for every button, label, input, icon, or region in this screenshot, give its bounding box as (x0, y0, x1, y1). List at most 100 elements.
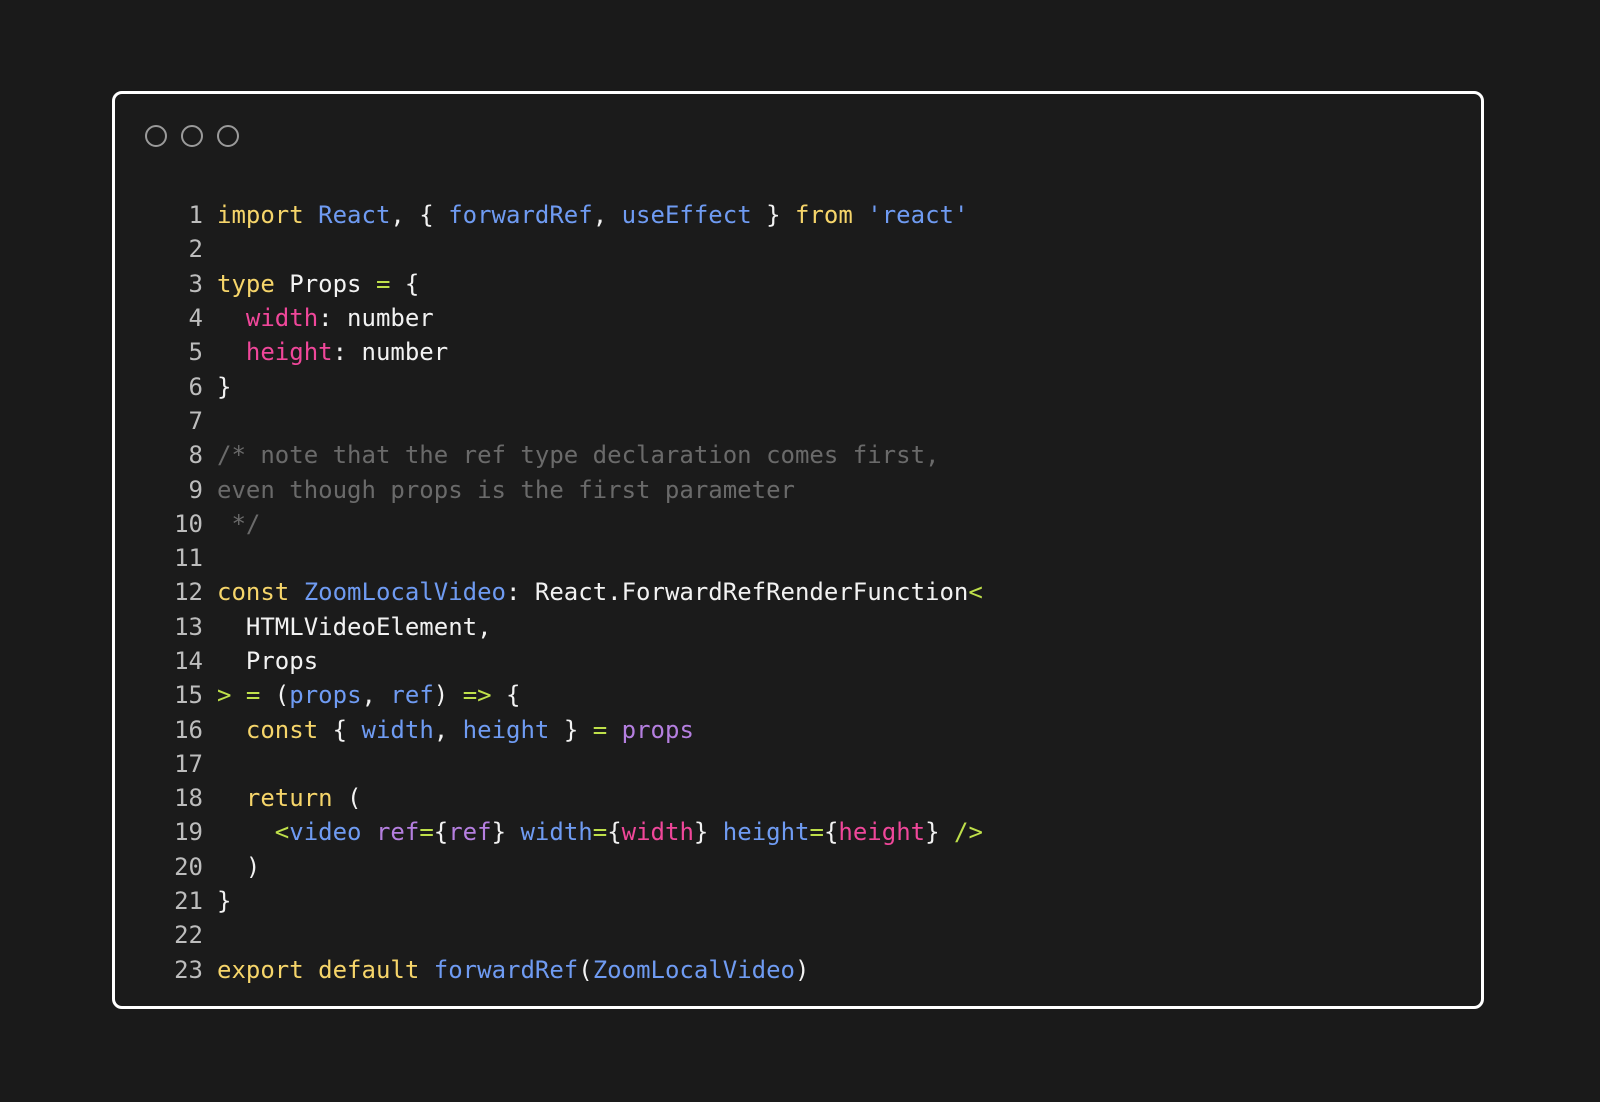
code-line: 18 return ( (155, 781, 983, 815)
code-line: 2 (155, 232, 983, 266)
code-line: 23 export default forwardRef(ZoomLocalVid… (155, 953, 983, 987)
line-number: 16 (174, 715, 203, 744)
code-line: 13 HTMLVideoElement, (155, 610, 983, 644)
code-token: , (592, 201, 622, 230)
line-number: 5 (188, 338, 203, 367)
code-token: height (722, 818, 810, 847)
code-token: video (289, 818, 362, 847)
code-token: 'react' (867, 201, 969, 230)
code-token: ZoomLocalVideo (303, 578, 506, 607)
code-token: useEffect (621, 201, 752, 230)
line-number: 4 (188, 304, 203, 333)
line-number: 20 (174, 852, 203, 881)
code-token: even though props is the first parameter (217, 475, 795, 504)
code-token: from (795, 201, 853, 230)
code-token: */ (217, 509, 261, 538)
code-token: export (217, 955, 304, 984)
code-token: width (621, 818, 694, 847)
code-token: { (390, 269, 420, 298)
code-token: props (289, 681, 362, 710)
code-line: 12 const ZoomLocalVideo: React.ForwardRef… (155, 575, 983, 609)
line-number: 3 (188, 269, 203, 298)
code-window: 1 import React, { forwardRef, useEffect }… (112, 91, 1484, 1009)
code-token: : number (332, 338, 449, 367)
code-token: import (217, 201, 304, 230)
code-token: ( (332, 784, 362, 813)
line-number: 1 (188, 201, 203, 230)
code-token: /> (954, 818, 983, 847)
line-number: 21 (174, 887, 203, 916)
code-line: 1 import React, { forwardRef, useEffect }… (155, 198, 983, 232)
code-token: = (419, 818, 434, 847)
code-token: , (433, 715, 463, 744)
code-token: } (549, 715, 593, 744)
code-token: < (274, 818, 290, 847)
code-token: width (361, 715, 434, 744)
code-token: = (375, 269, 391, 298)
code-line: 19 < video ref ={ref} width ={width} height… (155, 815, 983, 849)
code-token: : React.ForwardRefRenderFunction (506, 578, 969, 607)
line-number: 7 (188, 406, 203, 435)
code-token: ref (390, 681, 434, 710)
code-token: React (318, 201, 391, 230)
code-line: 9 even though props is the first paramete… (155, 472, 983, 506)
code-token: , (361, 681, 391, 710)
code-line: 16 const { width, height } = props (155, 712, 983, 746)
code-line: 20 ) (155, 850, 983, 884)
code-token: forwardRef (448, 201, 593, 230)
maximize-circle-icon[interactable] (217, 125, 239, 147)
code-line: 8 /* note that the ref type declaration c… (155, 438, 983, 472)
code-token: ZoomLocalVideo (592, 955, 796, 984)
line-number: 11 (174, 544, 203, 573)
line-number: 15 (174, 681, 203, 710)
code-token: Props (274, 269, 376, 298)
code-token: ( (260, 681, 290, 710)
code-token: const (217, 578, 290, 607)
code-line: 4 width: number (155, 301, 983, 335)
line-number: 9 (188, 475, 203, 504)
code-token: HTMLVideoElement, (217, 612, 492, 641)
code-token: /* note that the ref type declaration co… (217, 441, 940, 470)
code-token: } (491, 818, 521, 847)
code-token: } (751, 201, 796, 230)
code-token: default (318, 955, 420, 984)
code-block[interactable]: 1 import React, { forwardRef, useEffect }… (155, 198, 983, 987)
line-number: 23 (174, 955, 203, 984)
code-line: 7 (155, 404, 983, 438)
code-token: ref (448, 818, 492, 847)
close-circle-icon[interactable] (145, 125, 167, 147)
code-token: height (245, 338, 333, 367)
code-line: 11 (155, 541, 983, 575)
code-token: props (621, 715, 694, 744)
code-token: { (433, 818, 449, 847)
code-token: ( (578, 955, 593, 984)
code-line: 14 Props (155, 644, 983, 678)
line-number: 12 (174, 578, 203, 607)
code-token: = (592, 715, 608, 744)
code-line: 5 height: number (155, 335, 983, 369)
code-token: ) (433, 681, 463, 710)
code-line: 17 (155, 747, 983, 781)
code-token: const (245, 715, 319, 744)
code-token: } (217, 372, 232, 401)
code-token: } (217, 887, 232, 916)
code-token: } (693, 818, 723, 847)
code-token: Props (217, 647, 319, 675)
code-token: => (462, 681, 492, 710)
code-token: , { (390, 201, 449, 230)
minimize-circle-icon[interactable] (181, 125, 203, 147)
code-token: { (823, 818, 839, 847)
code-token: = (592, 818, 608, 847)
code-token: ) (795, 955, 810, 984)
